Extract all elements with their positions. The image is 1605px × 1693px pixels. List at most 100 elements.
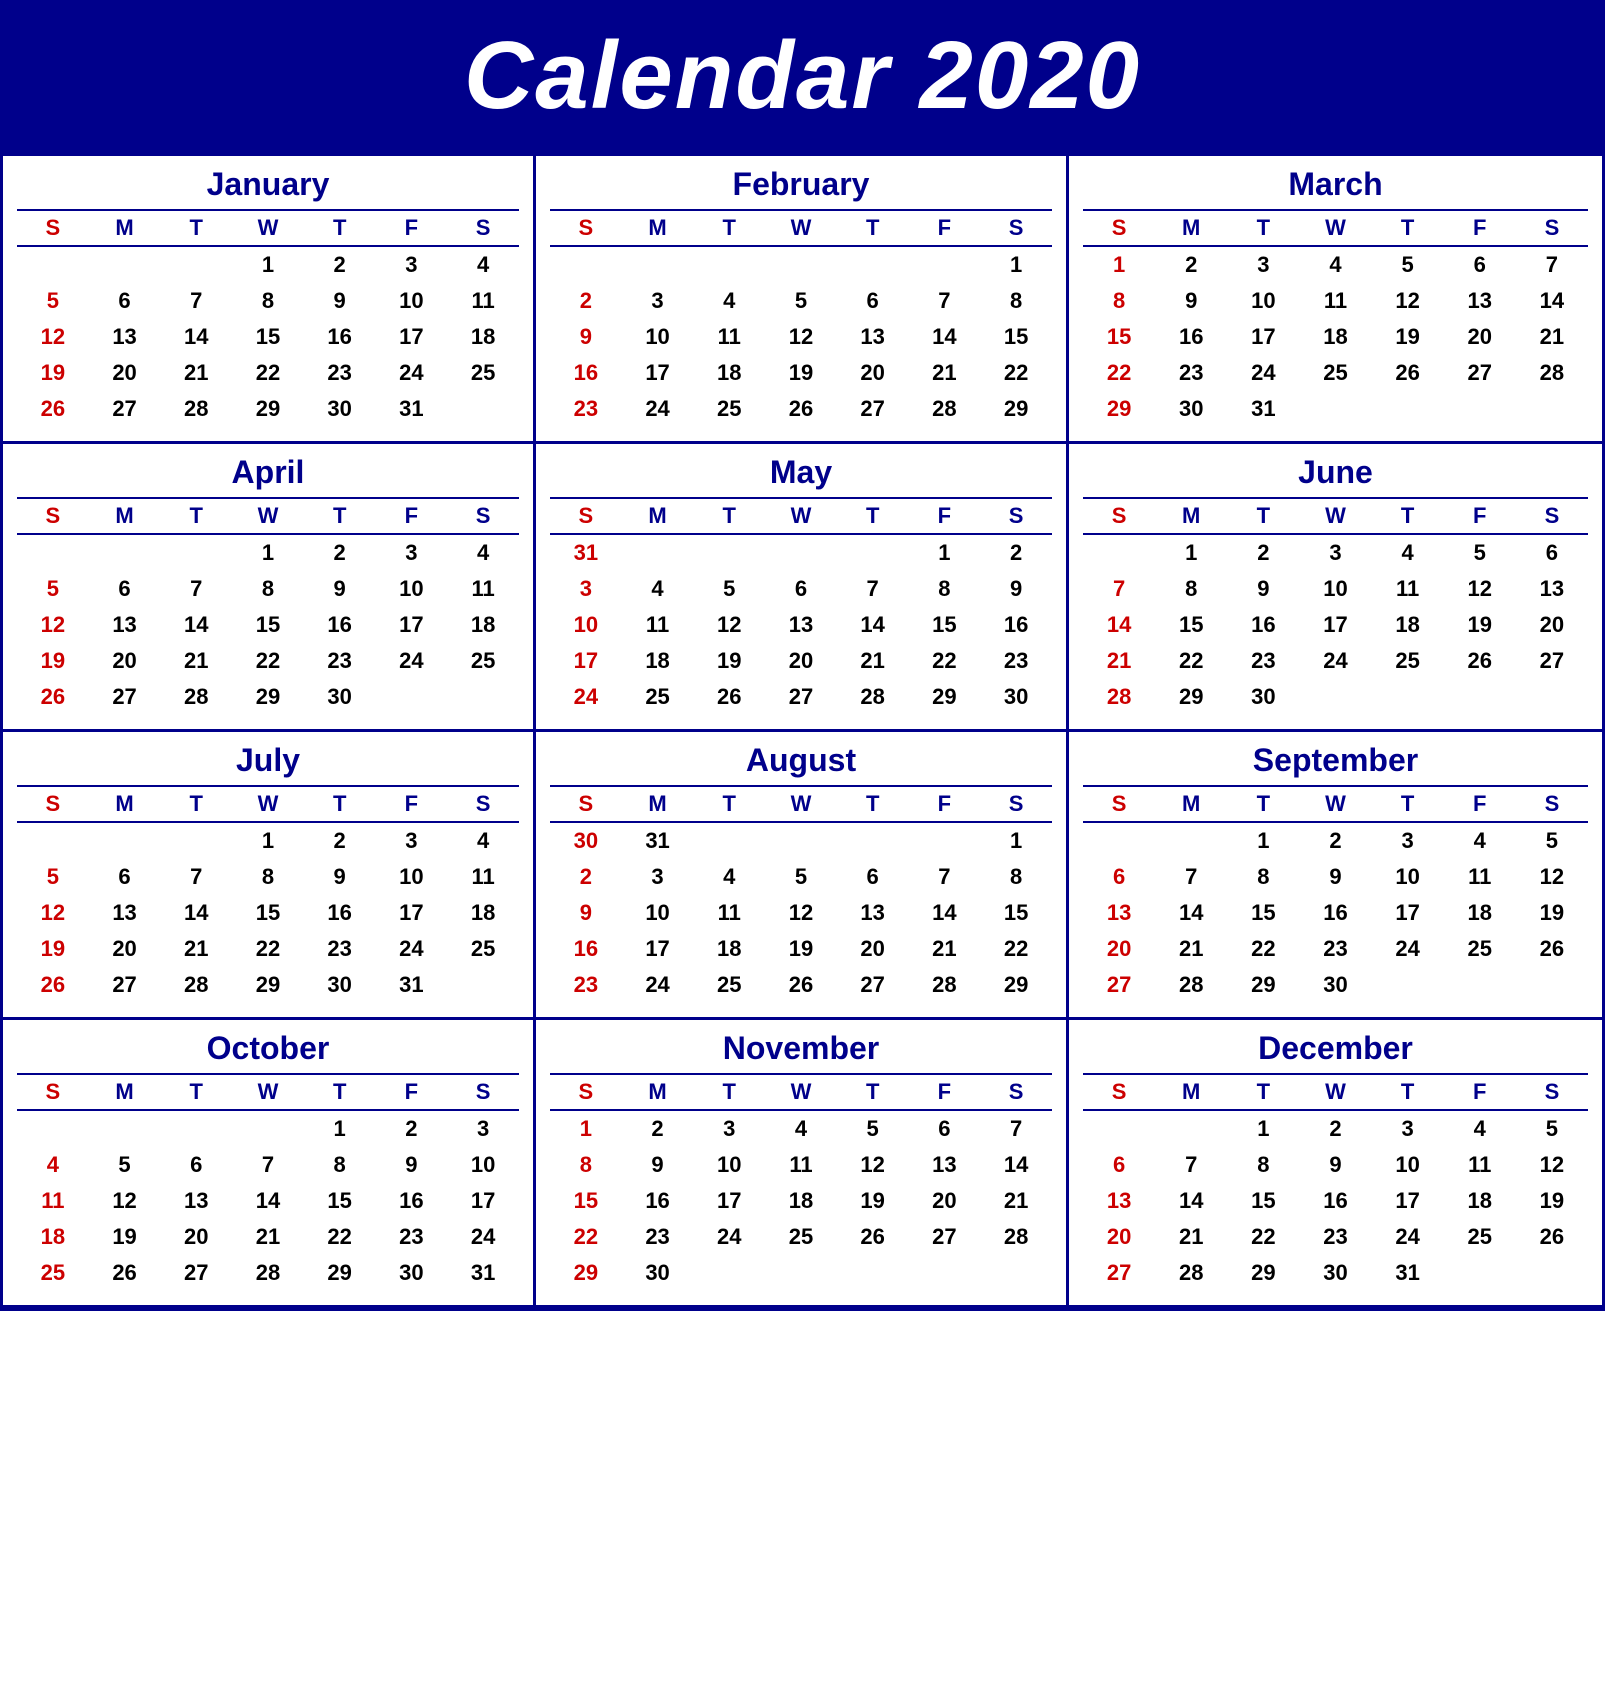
day-cell bbox=[1516, 1255, 1588, 1291]
day-header-4: T bbox=[837, 498, 909, 534]
week-row: 24252627282930 bbox=[550, 679, 1052, 715]
day-cell: 24 bbox=[1372, 931, 1444, 967]
day-cell bbox=[909, 1255, 981, 1291]
day-cell: 9 bbox=[980, 571, 1052, 607]
day-cell: 7 bbox=[1083, 571, 1155, 607]
day-cell: 17 bbox=[447, 1183, 519, 1219]
day-cell: 14 bbox=[232, 1183, 304, 1219]
day-cell: 14 bbox=[160, 607, 232, 643]
day-cell: 13 bbox=[1083, 895, 1155, 931]
day-cell: 7 bbox=[160, 283, 232, 319]
day-header-5: F bbox=[376, 786, 448, 822]
day-cell bbox=[837, 246, 909, 283]
day-header-2: T bbox=[160, 1074, 232, 1110]
day-cell: 8 bbox=[1083, 283, 1155, 319]
month-name-january: January bbox=[17, 166, 519, 209]
day-cell: 6 bbox=[89, 859, 161, 895]
day-cell: 12 bbox=[17, 895, 89, 931]
week-row: 9101112131415 bbox=[550, 895, 1052, 931]
day-header-5: F bbox=[1444, 210, 1516, 246]
day-cell bbox=[17, 1110, 89, 1147]
day-cell: 27 bbox=[160, 1255, 232, 1291]
day-cell: 10 bbox=[693, 1147, 765, 1183]
day-header-5: F bbox=[376, 210, 448, 246]
day-cell: 15 bbox=[232, 607, 304, 643]
day-header-1: M bbox=[1155, 498, 1227, 534]
month-table-may: SMTWTFS311234567891011121314151617181920… bbox=[550, 497, 1052, 715]
day-header-5: F bbox=[376, 498, 448, 534]
day-cell: 10 bbox=[447, 1147, 519, 1183]
day-header-4: T bbox=[1372, 210, 1444, 246]
day-cell: 30 bbox=[304, 967, 376, 1003]
day-cell: 14 bbox=[909, 895, 981, 931]
day-cell: 16 bbox=[980, 607, 1052, 643]
day-cell: 7 bbox=[1155, 1147, 1227, 1183]
week-row: 21222324252627 bbox=[1083, 643, 1588, 679]
month-table-january: SMTWTFS123456789101112131415161718192021… bbox=[17, 209, 519, 427]
week-row: 12345 bbox=[1083, 822, 1588, 859]
month-february: FebruarySMTWTFS1234567891011121314151617… bbox=[536, 156, 1069, 444]
day-cell: 22 bbox=[1083, 355, 1155, 391]
day-cell: 27 bbox=[89, 679, 161, 715]
day-header-1: M bbox=[1155, 210, 1227, 246]
day-cell: 3 bbox=[376, 534, 448, 571]
day-header-2: T bbox=[693, 786, 765, 822]
day-header-1: M bbox=[89, 210, 161, 246]
day-cell: 22 bbox=[232, 931, 304, 967]
day-header-2: T bbox=[1227, 210, 1299, 246]
day-cell: 25 bbox=[693, 391, 765, 427]
day-cell: 25 bbox=[447, 643, 519, 679]
day-cell: 24 bbox=[550, 679, 622, 715]
day-cell: 24 bbox=[1227, 355, 1299, 391]
day-header-1: M bbox=[1155, 1074, 1227, 1110]
day-cell: 20 bbox=[160, 1219, 232, 1255]
day-cell: 3 bbox=[622, 283, 694, 319]
day-header-6: S bbox=[1516, 1074, 1588, 1110]
week-row: 17181920212223 bbox=[550, 643, 1052, 679]
day-cell: 30 bbox=[1299, 1255, 1371, 1291]
day-cell: 17 bbox=[693, 1183, 765, 1219]
day-cell: 30 bbox=[1227, 679, 1299, 715]
day-cell: 8 bbox=[909, 571, 981, 607]
day-cell: 5 bbox=[89, 1147, 161, 1183]
day-cell: 26 bbox=[837, 1219, 909, 1255]
day-cell: 13 bbox=[160, 1183, 232, 1219]
day-cell: 19 bbox=[693, 643, 765, 679]
day-cell: 7 bbox=[909, 283, 981, 319]
day-cell: 21 bbox=[980, 1183, 1052, 1219]
week-row: 1234567 bbox=[1083, 246, 1588, 283]
day-header-5: F bbox=[1444, 498, 1516, 534]
day-cell: 11 bbox=[622, 607, 694, 643]
week-row: 6789101112 bbox=[1083, 859, 1588, 895]
day-cell: 12 bbox=[1444, 571, 1516, 607]
day-cell: 6 bbox=[1083, 859, 1155, 895]
day-cell: 24 bbox=[693, 1219, 765, 1255]
day-header-4: T bbox=[837, 786, 909, 822]
day-cell: 9 bbox=[1299, 859, 1371, 895]
month-table-april: SMTWTFS123456789101112131415161718192021… bbox=[17, 497, 519, 715]
day-cell: 22 bbox=[232, 355, 304, 391]
day-cell: 14 bbox=[1155, 895, 1227, 931]
week-row: 891011121314 bbox=[550, 1147, 1052, 1183]
day-header-1: M bbox=[622, 786, 694, 822]
day-cell: 18 bbox=[693, 355, 765, 391]
day-cell: 8 bbox=[550, 1147, 622, 1183]
day-cell: 15 bbox=[909, 607, 981, 643]
day-cell: 28 bbox=[837, 679, 909, 715]
day-header-2: T bbox=[1227, 786, 1299, 822]
day-cell: 25 bbox=[693, 967, 765, 1003]
day-cell: 13 bbox=[837, 895, 909, 931]
day-header-0: S bbox=[550, 210, 622, 246]
day-cell: 28 bbox=[1155, 967, 1227, 1003]
day-cell: 27 bbox=[1083, 967, 1155, 1003]
day-cell: 25 bbox=[1372, 643, 1444, 679]
day-cell: 3 bbox=[376, 822, 448, 859]
day-cell: 25 bbox=[447, 931, 519, 967]
day-cell: 4 bbox=[1444, 822, 1516, 859]
week-row: 123456 bbox=[1083, 534, 1588, 571]
day-cell: 20 bbox=[909, 1183, 981, 1219]
day-cell: 2 bbox=[1227, 534, 1299, 571]
day-cell: 17 bbox=[1372, 1183, 1444, 1219]
day-header-0: S bbox=[550, 1074, 622, 1110]
day-header-5: F bbox=[909, 498, 981, 534]
